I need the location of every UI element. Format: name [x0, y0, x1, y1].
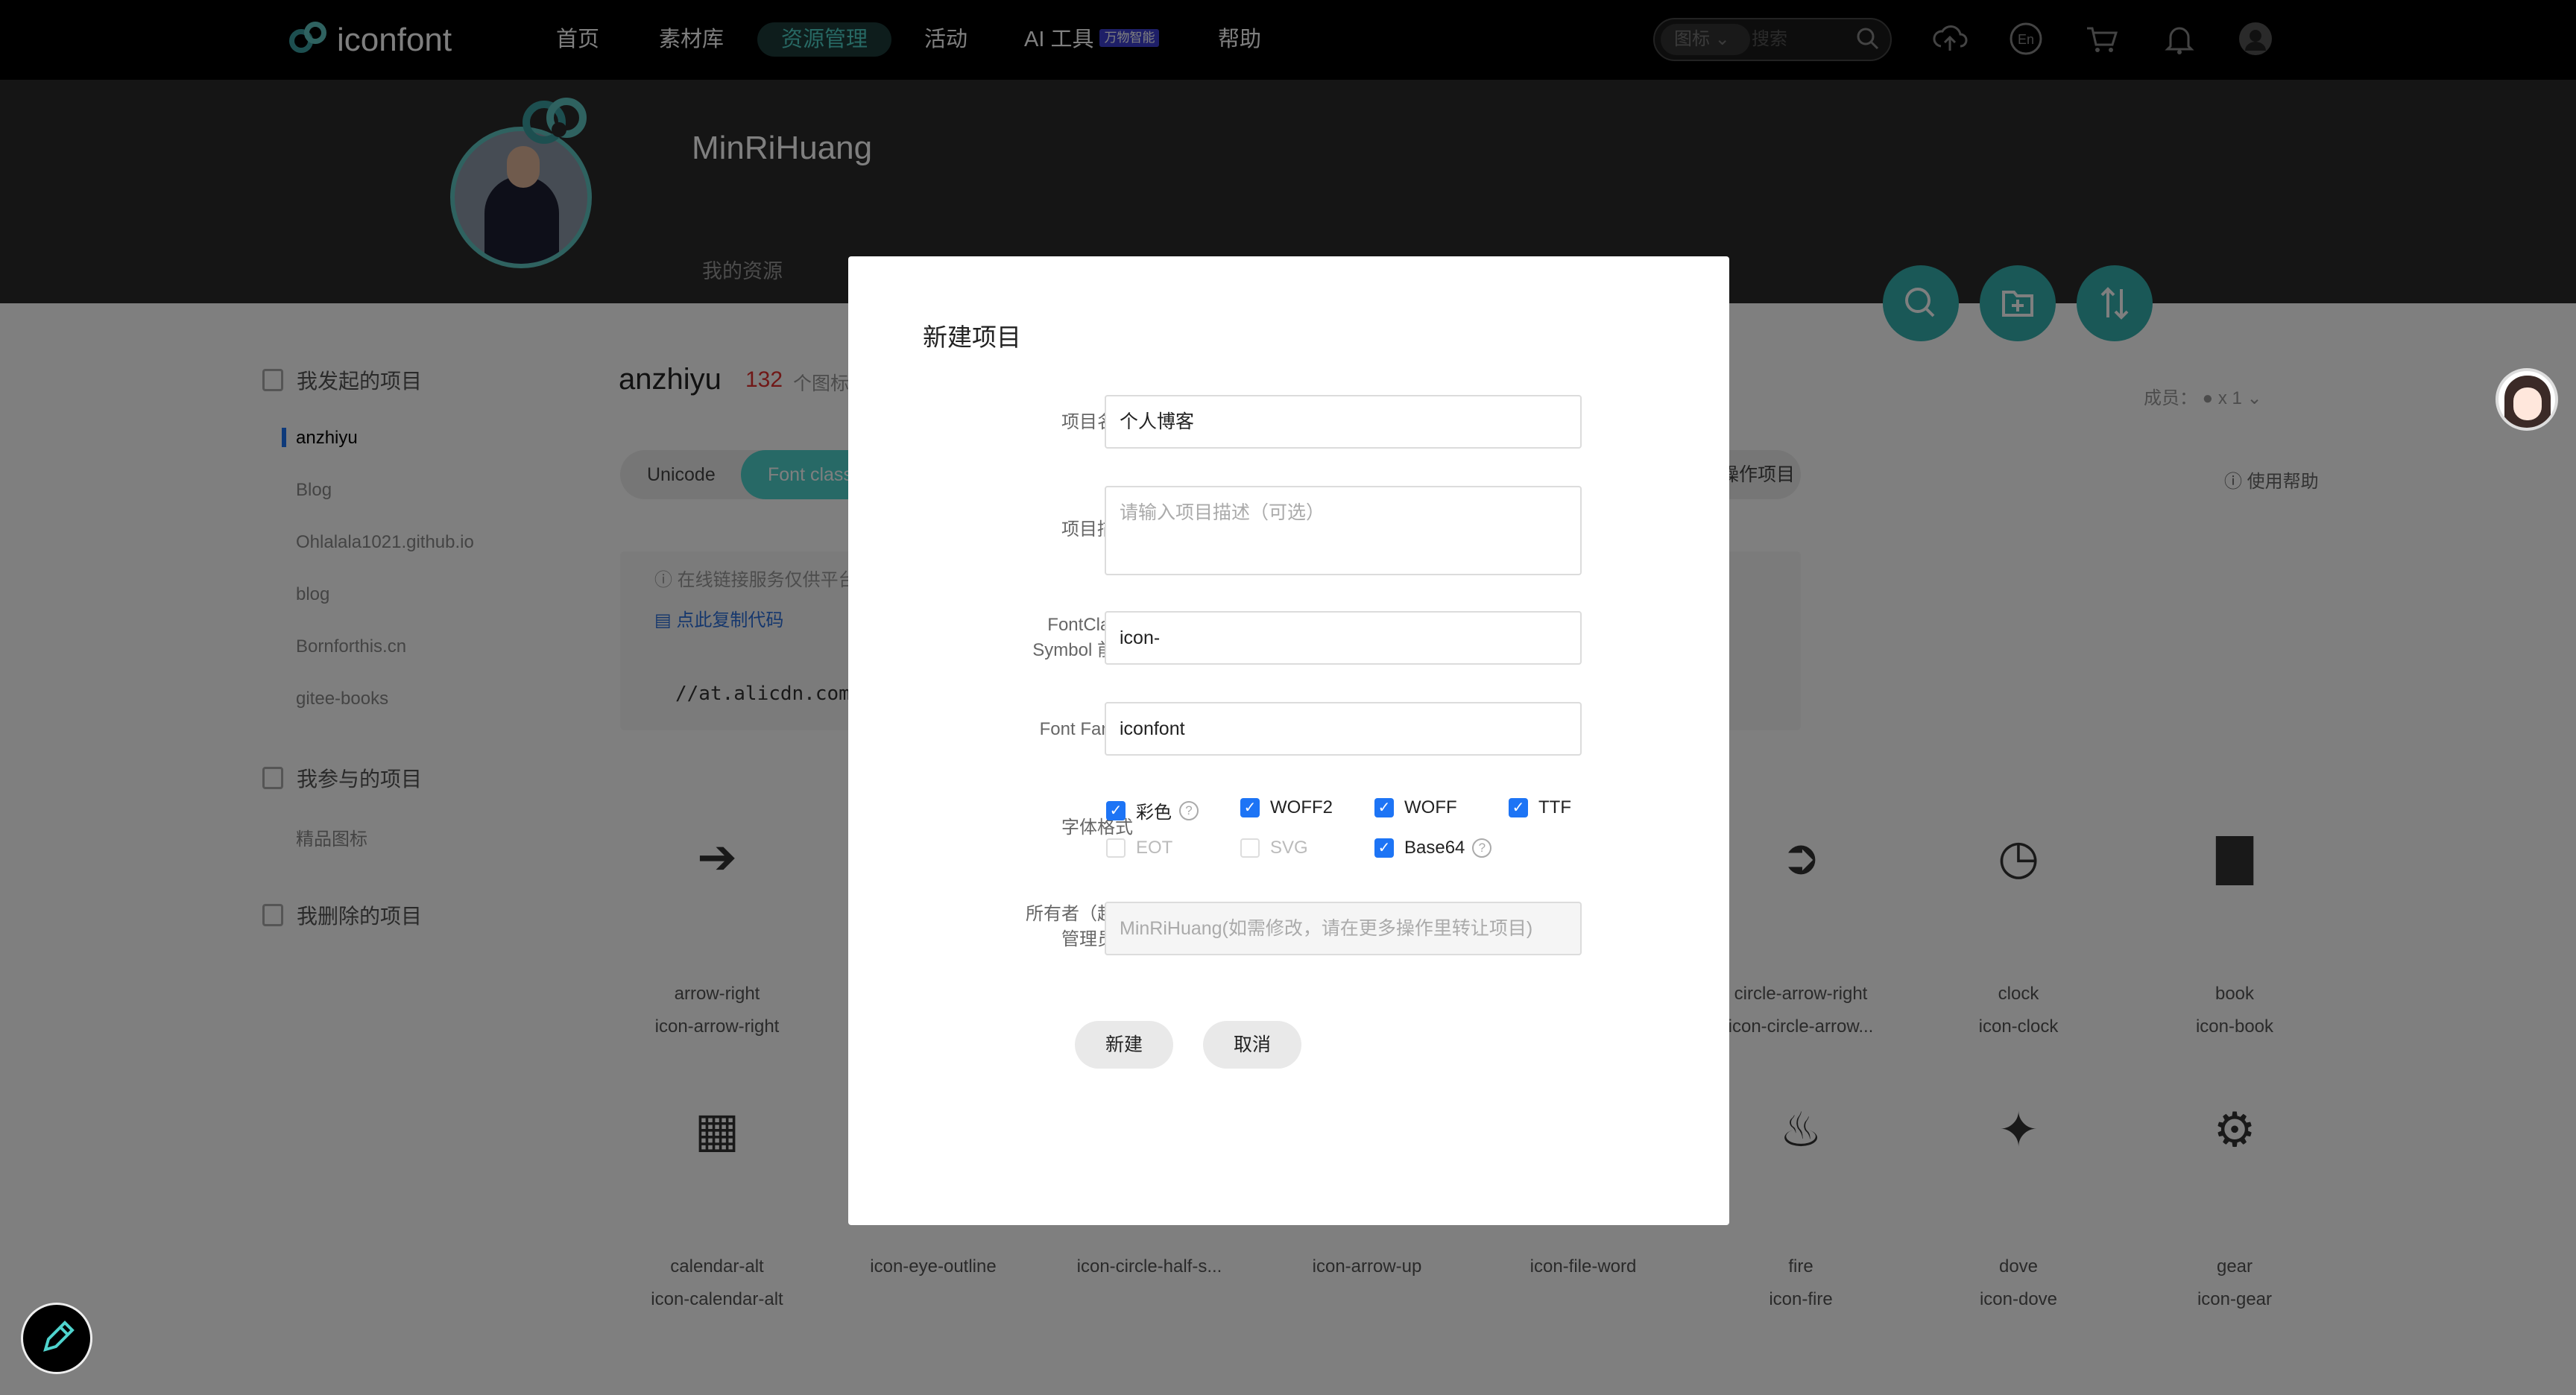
dialog-title: 新建项目	[923, 323, 1021, 351]
checkbox-woff2[interactable]: ✓ WOFF2	[1240, 797, 1333, 818]
checkbox-label: EOT	[1136, 838, 1173, 858]
checkbox-woff[interactable]: ✓ WOFF	[1374, 797, 1457, 818]
checkbox-label: 彩色	[1136, 803, 1172, 823]
checkbox-eot[interactable]: EOT	[1106, 838, 1172, 858]
cancel-button[interactable]: 取消	[1203, 1021, 1301, 1069]
project-name-input[interactable]: 个人博客	[1105, 395, 1582, 449]
font-family-input[interactable]: iconfont	[1105, 702, 1582, 756]
checkbox-label: Base64	[1404, 838, 1465, 858]
check-icon: ✓	[1374, 838, 1394, 858]
checkbox-svg[interactable]: SVG	[1240, 838, 1308, 858]
help-icon[interactable]: ?	[1179, 800, 1199, 820]
check-icon: ✓	[1509, 798, 1528, 817]
check-icon: ✓	[1240, 798, 1260, 817]
checkbox-empty	[1240, 838, 1260, 858]
check-icon: ✓	[1374, 798, 1394, 817]
checkbox-ttf[interactable]: ✓ TTF	[1509, 797, 1571, 818]
project-desc-textarea[interactable]: 请输入项目描述（可选）	[1105, 486, 1582, 575]
checkbox-label: WOFF	[1404, 797, 1457, 817]
new-project-dialog: 新建项目 项目名称 个人博客 项目描述 请输入项目描述（可选） FontClas…	[848, 256, 1729, 1225]
checkbox-empty	[1106, 838, 1126, 858]
checkbox-base64[interactable]: ✓ Base64?	[1374, 838, 1492, 858]
prefix-input[interactable]: icon-	[1105, 611, 1582, 665]
create-button[interactable]: 新建	[1075, 1021, 1173, 1069]
edit-button[interactable]	[21, 1303, 92, 1374]
checkbox-label: SVG	[1270, 838, 1308, 858]
assistant-avatar[interactable]	[2496, 368, 2558, 431]
help-icon[interactable]: ?	[1472, 838, 1492, 858]
owner-input: MinRiHuang(如需修改，请在更多操作里转让项目)	[1105, 902, 1582, 955]
checkbox-label: WOFF2	[1270, 797, 1333, 817]
checkbox-color[interactable]: ✓ 彩色?	[1106, 797, 1199, 823]
checkbox-label: TTF	[1538, 797, 1571, 817]
check-icon: ✓	[1106, 800, 1126, 820]
